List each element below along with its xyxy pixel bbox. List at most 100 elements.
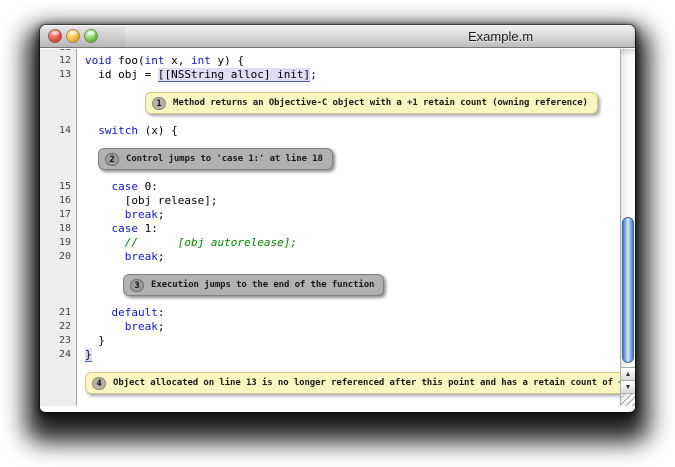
code-segment-plain: foo(: [112, 54, 145, 67]
code-segment-range: [[NSString alloc] init]: [158, 68, 310, 82]
code-row: 19 // [obj autorelease];: [40, 236, 620, 250]
bubble-text: Execution jumps to the end of the functi…: [151, 280, 374, 290]
code-area-filler: [77, 404, 620, 406]
code-segment-keyword: break: [125, 320, 158, 333]
code-segment-plain: (x) {: [138, 124, 178, 137]
line-number: [40, 264, 77, 306]
gutter-filler: [40, 404, 77, 406]
line-number: [40, 362, 77, 404]
code-segment-plain: :: [158, 306, 165, 319]
line-number: [40, 138, 77, 180]
bubble-text: Control jumps to 'case 1:' at line 18: [126, 154, 323, 164]
scrollbar-thumb[interactable]: [622, 217, 634, 363]
code-segment-plain: [85, 236, 125, 249]
code-row: 13 id obj = [[NSString alloc] init];: [40, 68, 620, 82]
code-segment-keyword: break: [125, 208, 158, 221]
window-titlebar[interactable]: Example.m: [40, 25, 635, 48]
code-segment-plain: y) {: [211, 54, 244, 67]
bubble-row: 3 Execution jumps to the end of the funct…: [40, 264, 620, 306]
code-segment-keyword: int: [191, 54, 211, 67]
line-number: 12: [40, 54, 77, 68]
code-row: 16 [obj release];: [40, 194, 620, 208]
line-number: [40, 82, 77, 124]
code-line: }: [77, 334, 620, 348]
code-line: case 0:: [77, 180, 620, 194]
code-row: 12void foo(int x, int y) {: [40, 54, 620, 68]
code-segment-plain: x,: [165, 54, 192, 67]
path-index-badge: 1: [152, 97, 166, 110]
code-segment-plain: [85, 250, 125, 263]
scrollbar-track[interactable]: [621, 49, 635, 57]
code-row: 24}: [40, 348, 620, 362]
analyzer-bubble-1: 1 Method returns an Objective-C object wi…: [145, 92, 598, 114]
code-rows: 1112void foo(int x, int y) {13 id obj = …: [40, 49, 620, 406]
code-segment-plain: ;: [310, 68, 317, 81]
code-segment-keyword: default: [112, 306, 158, 319]
code-segment-plain: ;: [158, 320, 165, 333]
vertical-scrollbar[interactable]: ▲ ▼: [620, 49, 635, 406]
code-line: [obj release];: [77, 194, 620, 208]
code-segment-plain: [85, 222, 112, 235]
filler-row: [40, 404, 620, 406]
code-segment-keyword: switch: [98, 124, 138, 137]
resize-grip-icon[interactable]: [621, 393, 635, 406]
code-segment-plain: [85, 180, 112, 193]
code-segment-plain: [obj release];: [85, 194, 217, 207]
code-line: case 1:: [77, 222, 620, 236]
code-segment-plain: id obj =: [85, 68, 158, 81]
scroll-up-button[interactable]: ▲: [621, 367, 635, 380]
bubble-text: Method returns an Objective-C object wit…: [173, 98, 588, 108]
code-row: 14 switch (x) {: [40, 124, 620, 138]
code-segment-keyword: int: [145, 54, 165, 67]
bubble-cell: 3 Execution jumps to the end of the funct…: [77, 264, 620, 306]
path-index-badge: 3: [130, 279, 144, 292]
window-title: Example.m: [468, 29, 533, 44]
code-segment-plain: }: [85, 334, 105, 347]
line-number: 16: [40, 194, 77, 208]
analyzer-bubble-2: 2 Control jumps to 'case 1:' at line 18: [98, 148, 333, 170]
code-segment-comment: // [obj autorelease];: [125, 236, 297, 249]
code-segment-plain: 1:: [138, 222, 158, 235]
code-segment-plain: [85, 306, 112, 319]
line-number: 14: [40, 124, 77, 138]
analyzer-bubble-4: 4Object allocated on line 13 is no longe…: [85, 372, 620, 394]
code-line: break;: [77, 208, 620, 222]
code-row: 15 case 0:: [40, 180, 620, 194]
code-line: switch (x) {: [77, 124, 620, 138]
line-number: 22: [40, 320, 77, 334]
zoom-button[interactable]: [85, 30, 97, 42]
code-segment-keyword: break: [125, 250, 158, 263]
line-number: 19: [40, 236, 77, 250]
code-segment-plain: 0:: [138, 180, 158, 193]
analyzer-bubble-3: 3 Execution jumps to the end of the funct…: [123, 274, 384, 296]
bubble-row: 4Object allocated on line 13 is no longe…: [40, 362, 620, 404]
line-number: 21: [40, 306, 77, 320]
code-segment-plain: ;: [158, 250, 165, 263]
code-row: 23 }: [40, 334, 620, 348]
code-row: 20 break;: [40, 250, 620, 264]
code-segment-plain: [85, 320, 125, 333]
titlebar-inset: [125, 27, 633, 47]
code-segment-keyword: case: [112, 180, 139, 193]
code-line: break;: [77, 250, 620, 264]
code-row: 18 case 1:: [40, 222, 620, 236]
bubble-cell: 2 Control jumps to 'case 1:' at line 18: [77, 138, 620, 180]
bubble-row: 1 Method returns an Objective-C object wi…: [40, 82, 620, 124]
code-row: 22 break;: [40, 320, 620, 334]
code-segment-keyword: case: [112, 222, 139, 235]
line-number: 23: [40, 334, 77, 348]
line-number: 13: [40, 68, 77, 82]
code-row: 21 default:: [40, 306, 620, 320]
line-number: 15: [40, 180, 77, 194]
analyzer-report-content: 1112void foo(int x, int y) {13 id obj = …: [40, 49, 635, 406]
code-segment-plain: [85, 124, 98, 137]
bubble-cell: 1 Method returns an Objective-C object wi…: [77, 82, 620, 124]
screenshot-stage: Example.m 1112void foo(int x, int y) {13…: [0, 0, 675, 467]
close-button[interactable]: [49, 30, 61, 42]
line-number: 20: [40, 250, 77, 264]
code-line: void foo(int x, int y) {: [77, 54, 620, 68]
path-index-badge: 4: [92, 377, 106, 390]
scroll-down-button[interactable]: ▼: [621, 380, 635, 393]
path-index-badge: 2: [105, 153, 119, 166]
minimize-button[interactable]: [67, 30, 79, 42]
